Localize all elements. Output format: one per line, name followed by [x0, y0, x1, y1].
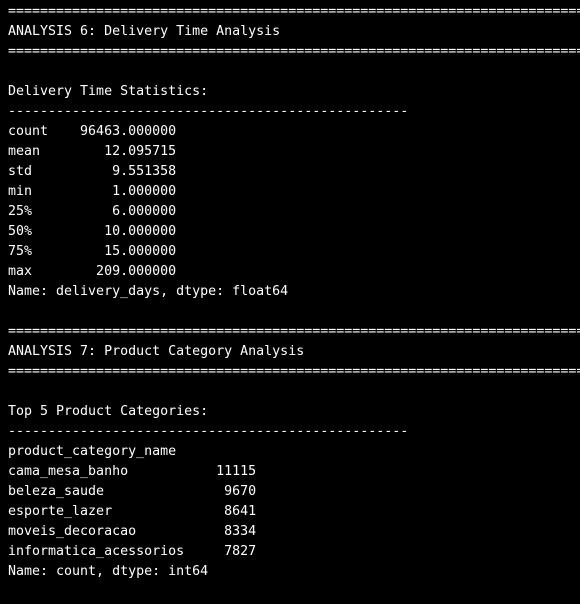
separator-line: ========================================…: [8, 364, 580, 379]
dash-line: ----------------------------------------…: [8, 424, 409, 439]
stat-row-25: 25% 6.000000: [8, 204, 177, 219]
separator-line: ========================================…: [8, 324, 580, 339]
separator-line: ========================================…: [8, 44, 580, 59]
category-row: moveis_decoracao 8334: [8, 524, 257, 539]
stat-row-count: count 96463.000000: [8, 124, 177, 139]
stat-row-mean: mean 12.095715: [8, 144, 177, 159]
category-row: beleza_saude 9670: [8, 484, 257, 499]
subheading: Top 5 Product Categories:: [8, 404, 209, 419]
section-heading: ANALYSIS 7: Product Category Analysis: [8, 344, 305, 359]
series-footer: Name: delivery_days, dtype: float64: [8, 284, 289, 299]
stat-row-max: max 209.000000: [8, 264, 177, 279]
subheading: Delivery Time Statistics:: [8, 84, 209, 99]
series-footer: Name: count, dtype: int64: [8, 564, 209, 579]
category-row: cama_mesa_banho 11115: [8, 464, 257, 479]
separator-line: ========================================…: [8, 4, 580, 19]
stat-row-min: min 1.000000: [8, 184, 177, 199]
index-name-line: product_category_name: [8, 444, 177, 459]
stat-row-std: std 9.551358: [8, 164, 177, 179]
terminal-output: ========================================…: [0, 0, 580, 604]
category-row: informatica_acessorios 7827: [8, 544, 257, 559]
category-row: esporte_lazer 8641: [8, 504, 257, 519]
section-heading: ANALYSIS 6: Delivery Time Analysis: [8, 24, 281, 39]
stat-row-50: 50% 10.000000: [8, 224, 177, 239]
dash-line: ----------------------------------------…: [8, 104, 409, 119]
stat-row-75: 75% 15.000000: [8, 244, 177, 259]
